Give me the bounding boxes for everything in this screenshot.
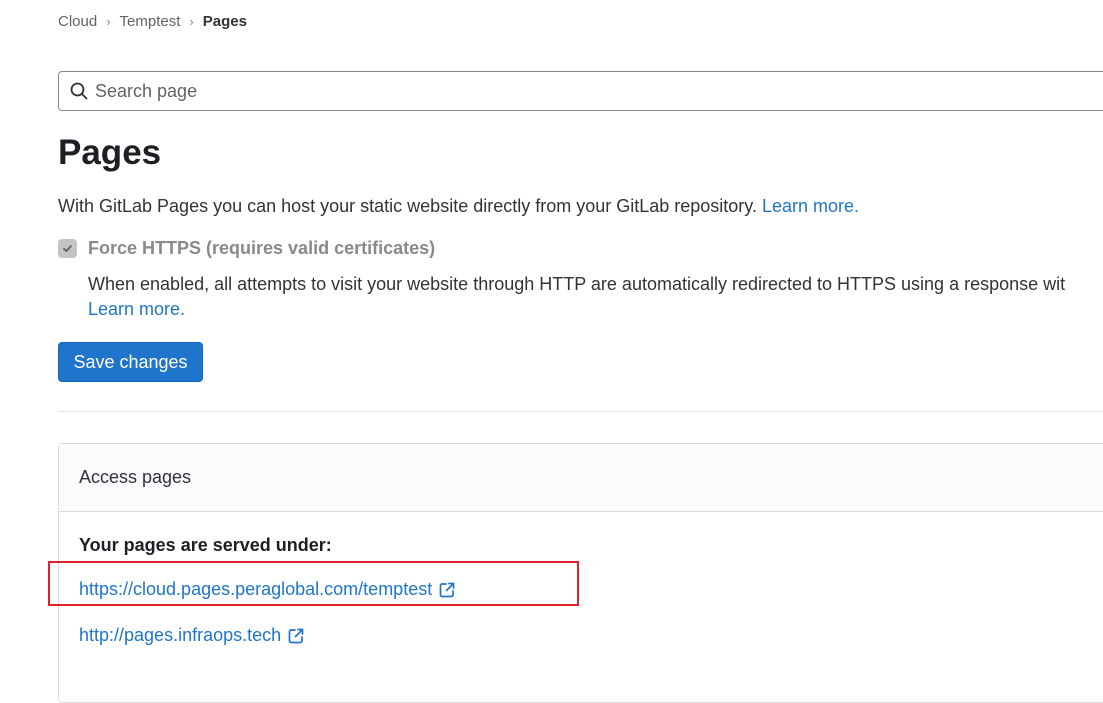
check-icon: [63, 245, 72, 252]
access-pages-card: Access pages Your pages are served under…: [58, 443, 1103, 703]
pages-url-link[interactable]: http://pages.infraops.tech: [79, 625, 305, 646]
force-https-learn-more-link[interactable]: Learn more.: [88, 299, 185, 319]
search-box[interactable]: [58, 71, 1103, 111]
force-https-checkbox[interactable]: [58, 239, 77, 258]
external-link-icon: [287, 627, 305, 645]
force-https-row: Force HTTPS (requires valid certificates…: [58, 238, 435, 259]
pages-url-link[interactable]: https://cloud.pages.peraglobal.com/tempt…: [79, 579, 456, 600]
force-https-help-text: When enabled, all attempts to visit your…: [88, 274, 1066, 294]
pages-url-text: https://cloud.pages.peraglobal.com/tempt…: [79, 579, 433, 599]
search-input[interactable]: [93, 79, 993, 103]
search-icon: [69, 81, 89, 101]
section-divider: [58, 411, 1103, 412]
force-https-label[interactable]: Force HTTPS (requires valid certificates…: [88, 238, 435, 259]
breadcrumb-item-cloud[interactable]: Cloud: [58, 13, 97, 30]
intro-text: With GitLab Pages you can host your stat…: [58, 196, 762, 216]
pages-url-text: http://pages.infraops.tech: [79, 625, 282, 645]
served-under-label: Your pages are served under:: [79, 535, 332, 555]
chevron-right-icon: ›: [106, 13, 111, 29]
intro-learn-more-link[interactable]: Learn more.: [762, 196, 859, 216]
intro-paragraph: With GitLab Pages you can host your stat…: [58, 196, 859, 217]
chevron-right-icon: ›: [189, 13, 194, 29]
save-changes-button[interactable]: Save changes: [58, 342, 203, 382]
breadcrumb: Cloud › Temptest › Pages: [58, 11, 247, 31]
force-https-help: When enabled, all attempts to visit your…: [88, 272, 1103, 322]
breadcrumb-item-current[interactable]: Pages: [203, 13, 247, 30]
page-title: Pages: [58, 133, 162, 172]
external-link-icon: [438, 581, 456, 599]
breadcrumb-item-temptest[interactable]: Temptest: [120, 13, 181, 30]
access-pages-header: Access pages: [59, 444, 1103, 512]
